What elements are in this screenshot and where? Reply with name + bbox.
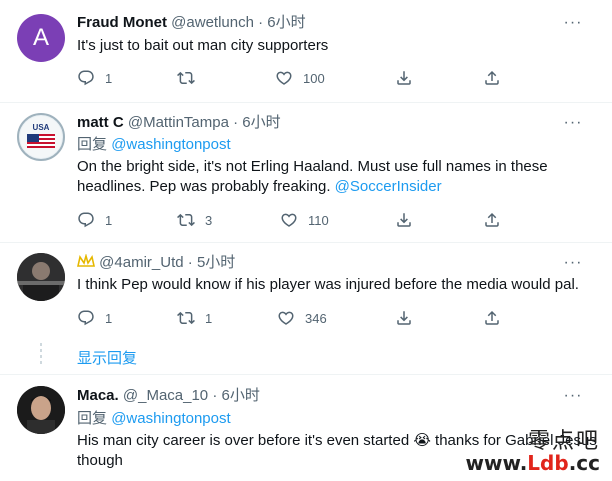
share-button[interactable] (483, 67, 511, 89)
tweet-text-main: On the bright side, it's not Erling Haal… (77, 158, 548, 195)
reply-icon (77, 211, 95, 229)
reply-button[interactable]: 1 (77, 67, 115, 89)
share-button[interactable] (483, 209, 511, 231)
download-button[interactable] (395, 67, 423, 89)
tweet-header: Maca. @_Maca_10 · 6小时 (77, 386, 260, 406)
timestamp[interactable]: 5小时 (197, 254, 235, 271)
like-count: 110 (308, 212, 329, 228)
timestamp[interactable]: 6小时 (222, 387, 260, 404)
watermark-url-suffix: .cc (568, 451, 600, 475)
retweet-button[interactable] (177, 67, 215, 89)
replying-to: 回复 @washingtonpost (77, 135, 231, 155)
retweet-icon (177, 309, 195, 327)
retweet-count: 3 (205, 212, 213, 228)
separator-dot: · (187, 254, 193, 271)
more-options-icon[interactable]: ··· (562, 386, 584, 406)
avatar-letter: A (32, 24, 49, 51)
reply-button[interactable]: 1 (77, 307, 115, 329)
avatar[interactable]: USA (17, 113, 65, 161)
more-options-icon[interactable]: ··· (562, 113, 584, 133)
retweet-button[interactable]: 3 (177, 209, 215, 231)
download-button[interactable] (395, 307, 423, 329)
more-options-icon[interactable]: ··· (562, 13, 584, 33)
timestamp[interactable]: 6小时 (242, 114, 280, 131)
user-photo-icon (17, 253, 65, 301)
timestamp[interactable]: 6小时 (267, 14, 305, 31)
share-icon (483, 211, 501, 229)
download-button[interactable] (395, 209, 423, 231)
reply-icon (77, 69, 95, 87)
tweet-text: It's just to bait out man city supporter… (77, 37, 329, 54)
mention-link[interactable]: @SoccerInsider (335, 178, 442, 195)
tweet-text: On the bright side, it's not Erling Haal… (77, 157, 597, 197)
user-handle[interactable]: @_Maca_10 (123, 387, 208, 404)
avatar-badge-text: USA (33, 123, 50, 132)
watermark-logo: 零点吧 www.Ldb.cc (466, 429, 600, 474)
like-button[interactable]: 100 (275, 67, 325, 89)
reply-to-link[interactable]: @washingtonpost (111, 136, 230, 153)
tweet-header: matt C @MattinTampa · 6小时 (77, 113, 281, 133)
reply-icon (77, 309, 95, 327)
replying-to: 回复 @washingtonpost (77, 409, 231, 429)
watermark-url-brand: Ldb (527, 451, 569, 475)
reply-count: 1 (105, 212, 113, 228)
reply-count: 1 (105, 310, 113, 326)
crown-icon (77, 253, 95, 267)
usa-flag-avatar-icon: USA (20, 116, 62, 158)
download-icon (395, 69, 413, 87)
user-handle[interactable]: @4amir_Utd (99, 254, 183, 271)
like-count: 346 (305, 310, 327, 326)
user-photo-icon (17, 386, 65, 434)
download-icon (395, 309, 413, 327)
tweet-header: @4amir_Utd · 5小时 (77, 253, 235, 273)
heart-icon (275, 69, 293, 87)
tweet-3[interactable]: @4amir_Utd · 5小时 ··· I think Pep would k… (0, 243, 612, 373)
separator-dot: · (212, 387, 218, 404)
share-button[interactable] (483, 307, 511, 329)
tweet-2[interactable]: USA matt C @MattinTampa · 6小时 ··· 回复 @wa… (0, 103, 612, 243)
like-button[interactable]: 110 (280, 209, 329, 231)
share-icon (483, 309, 501, 327)
like-count: 100 (303, 70, 325, 86)
watermark-title: 零点吧 (527, 429, 600, 454)
like-button[interactable]: 346 (277, 307, 327, 329)
show-replies-link[interactable]: 显示回复 (77, 347, 137, 368)
tweet-1[interactable]: A Fraud Monet @awetlunch · 6小时 ··· It's … (0, 0, 612, 100)
tweet-text-main: His man city career is over before it's … (77, 432, 410, 449)
heart-icon (277, 309, 295, 327)
user-handle[interactable]: @awetlunch (171, 14, 254, 31)
reply-to-link[interactable]: @washingtonpost (111, 410, 230, 427)
tweet-actions: 1 1 346 (77, 307, 577, 329)
display-name[interactable]: matt C (77, 114, 124, 131)
tweet-text: I think Pep would know if his player was… (77, 276, 579, 293)
retweet-icon (177, 211, 195, 229)
retweet-button[interactable]: 1 (177, 307, 215, 329)
tweet-header: Fraud Monet @awetlunch · 6小时 (77, 13, 306, 33)
retweet-icon (177, 69, 195, 87)
separator-dot: · (258, 14, 264, 31)
reply-prefix: 回复 (77, 136, 108, 153)
crying-emoji-icon: 😭 (413, 432, 431, 449)
user-handle[interactable]: @MattinTampa (128, 114, 229, 131)
watermark-url: www.Ldb.cc (466, 453, 600, 473)
tweet-actions: 1 100 (77, 67, 577, 89)
tweet-actions: 1 3 110 (77, 209, 577, 231)
heart-icon (280, 211, 298, 229)
reply-prefix: 回复 (77, 410, 108, 427)
reply-count: 1 (105, 70, 113, 86)
display-name[interactable]: Fraud Monet (77, 14, 167, 31)
avatar[interactable] (17, 386, 65, 434)
share-icon (483, 69, 501, 87)
display-name[interactable]: Maca. (77, 387, 119, 404)
retweet-count: 1 (205, 310, 213, 326)
thread-line (40, 343, 42, 367)
avatar[interactable]: A (17, 14, 65, 62)
more-options-icon[interactable]: ··· (562, 253, 584, 273)
avatar[interactable] (17, 253, 65, 301)
reply-button[interactable]: 1 (77, 209, 115, 231)
download-icon (395, 211, 413, 229)
watermark-url-prefix: www. (465, 451, 528, 475)
separator-dot: · (233, 114, 239, 131)
